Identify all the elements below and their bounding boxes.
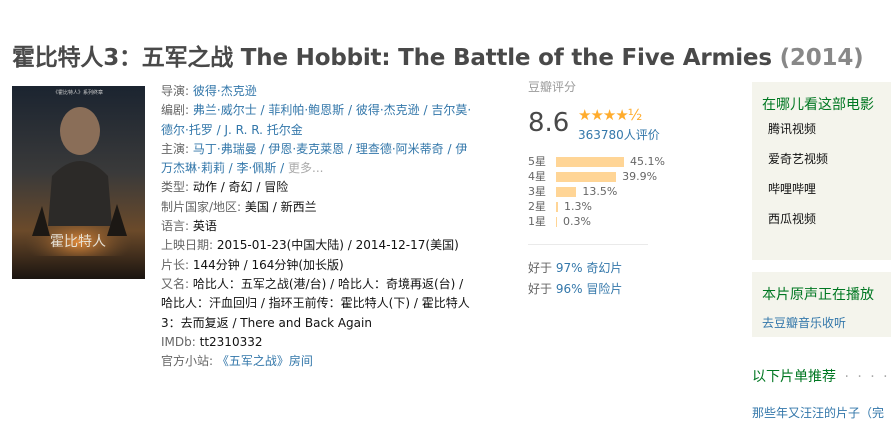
poster-caption: 霍比特人 bbox=[50, 234, 106, 250]
info-site-row: 官方小站: 《五军之战》房间 bbox=[161, 352, 496, 371]
writer-label: 编剧: bbox=[161, 103, 190, 118]
director-link[interactable]: 彼得·杰克逊 bbox=[193, 84, 257, 98]
better-than-row-1: 好于 97% 奇幻片 bbox=[528, 258, 622, 279]
recommend-list-item[interactable]: 那些年又汪汪的片子（完 bbox=[752, 404, 884, 421]
language-value: 英语 bbox=[192, 219, 217, 234]
soundtrack-heading: 本片原声正在播放 bbox=[762, 287, 874, 303]
runtime-value: 144分钟 / 164分钟(加长版) bbox=[192, 257, 344, 272]
language-label: 语言: bbox=[161, 219, 190, 234]
official-site-link[interactable]: 《五军之战》房间 bbox=[217, 354, 313, 368]
country-value: 美国 / 新西兰 bbox=[244, 199, 317, 214]
rating-bar-pct: 0.3% bbox=[563, 215, 591, 228]
info-language-row: 语言: 英语 bbox=[161, 217, 496, 236]
rating-distribution: 5星 45.1% 4星 39.9% 3星 13.5% 2星 1.3% 1星 0.3% bbox=[528, 154, 728, 229]
aka-value-cont: 哈比人：汗血回归 / 指环王前传：霍比特人(下) / 霍比特人 bbox=[161, 296, 470, 311]
rating-bar-label: 1星 bbox=[528, 215, 546, 228]
better-than-genre-link[interactable]: 冒险片 bbox=[586, 282, 622, 296]
watch-item-bilibili[interactable]: 哔哩哔哩 bbox=[752, 174, 891, 204]
writer-links[interactable]: 弗兰·威尔士 / 菲利帕·鲍恩斯 / 彼得·杰克逊 / 吉尔莫· bbox=[193, 103, 471, 117]
rating-bar-row: 3星 13.5% bbox=[528, 184, 728, 199]
info-imdb-row: IMDb: tt2310332 bbox=[161, 333, 496, 352]
info-genre-row: 类型: 动作 / 奇幻 / 冒险 bbox=[161, 178, 496, 197]
rating-bar bbox=[556, 202, 558, 212]
aka-value: 哈比人：五军之战(港/台) / 哈比人：奇境再返(台) / bbox=[192, 276, 464, 291]
watch-item-tencent[interactable]: 腾讯视频 bbox=[752, 114, 891, 144]
rating-bar-pct: 45.1% bbox=[630, 155, 665, 168]
recommend-heading-text: 以下片单推荐 bbox=[752, 369, 836, 385]
info-country-row: 制片国家/地区: 美国 / 新西兰 bbox=[161, 198, 496, 217]
rating-bar-label: 4星 bbox=[528, 170, 546, 183]
cast-links-cont[interactable]: 万杰琳·莉莉 / 李·佩斯 / bbox=[161, 161, 284, 175]
rating-score: 8.6 bbox=[528, 108, 570, 138]
info-aka-row: 又名: 哈比人：五军之战(港/台) / 哈比人：奇境再返(台) / 哈比人：汗血… bbox=[161, 275, 496, 333]
recommend-dots: · · · · · bbox=[844, 369, 891, 385]
page-title: 霍比特人3：五军之战 The Hobbit: The Battle of the… bbox=[12, 38, 864, 72]
poster-image: 霍比特人 《霍比特人》系列终章 bbox=[12, 86, 145, 279]
better-than-prefix: 好于 bbox=[528, 282, 553, 296]
site-label: 官方小站: bbox=[161, 354, 214, 369]
rating-bar-row: 4星 39.9% bbox=[528, 169, 728, 184]
rating-bar-row: 1星 0.3% bbox=[528, 214, 728, 229]
info-director-row: 导演: 彼得·杰克逊 bbox=[161, 82, 496, 101]
rating-bar bbox=[556, 157, 624, 167]
runtime-label: 片长: bbox=[161, 257, 190, 272]
watch-item-xigua[interactable]: 西瓜视频 bbox=[752, 204, 891, 234]
rating-bar bbox=[556, 187, 577, 197]
rating-bar-label: 5星 bbox=[528, 155, 546, 168]
better-than-row-2: 好于 96% 冒险片 bbox=[528, 279, 622, 300]
rating-panel: 豆瓣评分 8.6 ★★★★½ 363780人评价 5星 45.1% 4星 39.9% 3… bbox=[516, 78, 716, 228]
rating-bar-pct: 1.3% bbox=[563, 200, 592, 213]
release-value: 2015-01-23(中国大陆) / 2014-12-17(美国) bbox=[216, 238, 459, 253]
watch-item-iqiyi[interactable]: 爱奇艺视频 bbox=[752, 144, 891, 174]
rating-bar bbox=[556, 172, 617, 182]
where-to-watch-heading: 在哪儿看这部电影 bbox=[762, 97, 874, 113]
rating-bar-pct: 39.9% bbox=[622, 170, 658, 183]
country-label: 制片国家/地区: bbox=[161, 199, 242, 214]
genre-label: 类型: bbox=[161, 180, 190, 195]
writer-links-cont[interactable]: 德尔·托罗 / J. R. R. 托尔金 bbox=[161, 123, 303, 137]
soundtrack-link[interactable]: 去豆瓣音乐收听 bbox=[762, 316, 846, 330]
where-to-watch: 在哪儿看这部电影 腾讯视频 爱奇艺视频 哔哩哔哩 西瓜视频 bbox=[752, 82, 891, 260]
info-cast-row: 主演: 马丁·弗瑞曼 / 伊恩·麦克莱恩 / 理查德·阿米蒂奇 / 伊 万杰琳·… bbox=[161, 140, 496, 179]
recommend-heading: 以下片单推荐 · · · · · bbox=[752, 366, 891, 386]
title-year: (2014) bbox=[779, 45, 864, 71]
title-main: 霍比特人3：五军之战 The Hobbit: The Battle of the… bbox=[12, 45, 772, 71]
better-than-genre-link[interactable]: 奇幻片 bbox=[586, 261, 622, 275]
rating-votes-link[interactable]: 363780人评价 bbox=[578, 126, 660, 143]
genre-value: 动作 / 奇幻 / 冒险 bbox=[192, 180, 289, 195]
imdb-value: tt2310332 bbox=[199, 334, 263, 349]
cast-label: 主演: bbox=[161, 141, 190, 156]
rating-bar-row: 2星 1.3% bbox=[528, 199, 728, 214]
info-release-row: 上映日期: 2015-01-23(中国大陆) / 2014-12-17(美国) bbox=[161, 236, 496, 255]
info-writer-row: 编剧: 弗兰·威尔士 / 菲利帕·鲍恩斯 / 彼得·杰克逊 / 吉尔莫· 德尔·… bbox=[161, 101, 496, 140]
director-label: 导演: bbox=[161, 84, 190, 98]
rating-bar-label: 2星 bbox=[528, 200, 546, 213]
rating-bar-pct: 13.5% bbox=[582, 185, 618, 198]
soundtrack-panel: 本片原声正在播放 去豆瓣音乐收听 bbox=[752, 272, 891, 337]
better-than-prefix: 好于 bbox=[528, 261, 553, 275]
rating-bar-row: 5星 45.1% bbox=[528, 154, 728, 169]
rating-bar bbox=[556, 217, 557, 227]
info-runtime-row: 片长: 144分钟 / 164分钟(加长版) bbox=[161, 256, 496, 275]
aka-label: 又名: bbox=[161, 276, 190, 291]
movie-info: 导演: 彼得·杰克逊 编剧: 弗兰·威尔士 / 菲利帕·鲍恩斯 / 彼得·杰克逊… bbox=[161, 82, 496, 371]
better-than: 好于 97% 奇幻片 好于 96% 冒险片 bbox=[528, 258, 622, 300]
imdb-label: IMDb: bbox=[161, 334, 196, 349]
movie-poster[interactable]: 霍比特人 《霍比特人》系列终章 bbox=[12, 86, 145, 279]
rating-stars-icon: ★★★★½ bbox=[578, 106, 642, 124]
rating-divider bbox=[528, 244, 648, 245]
release-label: 上映日期: bbox=[161, 238, 214, 253]
cast-more-link[interactable]: 更多... bbox=[288, 161, 323, 175]
better-than-pct-link[interactable]: 97% bbox=[556, 261, 583, 275]
better-than-pct-link[interactable]: 96% bbox=[556, 282, 583, 296]
poster-top-text: 《霍比特人》系列终章 bbox=[53, 89, 103, 96]
cast-links[interactable]: 马丁·弗瑞曼 / 伊恩·麦克莱恩 / 理查德·阿米蒂奇 / 伊 bbox=[193, 142, 467, 156]
aka-value-cont2: 3：去而复返 / There and Back Again bbox=[161, 315, 372, 330]
rating-label: 豆瓣评分 bbox=[528, 80, 577, 94]
rating-bar-label: 3星 bbox=[528, 185, 546, 198]
